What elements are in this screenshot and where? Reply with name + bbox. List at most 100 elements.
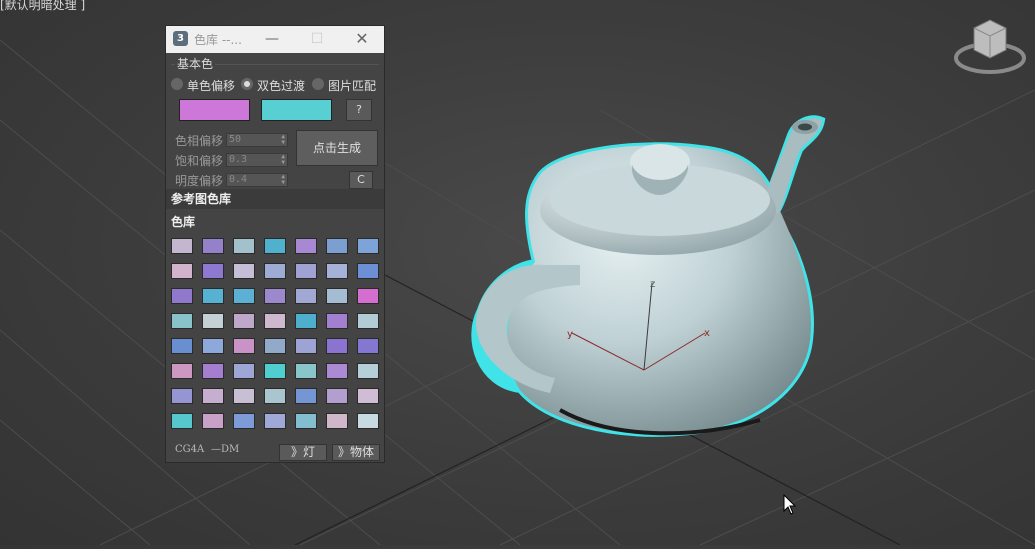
panel-title: 色库 --... [194, 33, 242, 47]
teapot-object [471, 115, 826, 437]
minimize-button[interactable]: — [259, 28, 285, 50]
color-swatch[interactable] [171, 263, 193, 279]
color-swatch[interactable] [264, 238, 286, 254]
color-swatch[interactable] [357, 238, 379, 254]
color-swatch[interactable] [233, 338, 255, 354]
color-swatch[interactable] [264, 263, 286, 279]
hue-offset-label: 色相偏移 [175, 134, 224, 148]
radio-dot-icon [241, 78, 253, 90]
app-icon: 3 [173, 31, 188, 46]
color-swatch[interactable] [202, 388, 224, 404]
clear-button[interactable]: C [349, 171, 373, 189]
color-swatch[interactable] [357, 263, 379, 279]
color-swatch[interactable] [233, 263, 255, 279]
color-swatch[interactable] [295, 238, 317, 254]
color-swatch[interactable] [326, 388, 348, 404]
color-swatch[interactable] [171, 363, 193, 379]
color-swatch[interactable] [264, 313, 286, 329]
color-swatch[interactable] [171, 288, 193, 304]
color-swatch[interactable] [264, 288, 286, 304]
color-swatch[interactable] [202, 313, 224, 329]
color-swatch[interactable] [233, 313, 255, 329]
color-swatch[interactable] [264, 338, 286, 354]
color-swatch[interactable] [295, 263, 317, 279]
radio-label: 双色过渡 [257, 79, 306, 93]
apply-to-light-button[interactable]: 》灯 [279, 444, 327, 461]
color-swatch[interactable] [326, 363, 348, 379]
brightness-offset-label: 明度偏移 [175, 174, 224, 188]
footer-suffix: —DM [211, 444, 240, 455]
apply-to-object-button[interactable]: 》物体 [332, 444, 380, 461]
color-swatch[interactable] [326, 413, 348, 429]
library-section[interactable]: 色库 [166, 212, 384, 232]
axis-y-label: y [567, 329, 573, 340]
color-swatch[interactable] [357, 413, 379, 429]
color-swatch[interactable] [171, 313, 193, 329]
color-swatch[interactable] [171, 338, 193, 354]
axis-z-label: z [650, 279, 655, 290]
color-swatch[interactable] [233, 413, 255, 429]
brightness-offset-spinner[interactable]: 0.4 ▲ ▼ [226, 173, 288, 187]
color-swatch[interactable] [357, 338, 379, 354]
color-swatch[interactable] [202, 338, 224, 354]
color-swatch[interactable] [202, 263, 224, 279]
color-swatch[interactable] [357, 363, 379, 379]
color-swatch[interactable] [233, 238, 255, 254]
start-color-swatch[interactable] [179, 99, 250, 121]
generate-button[interactable]: 点击生成 [296, 130, 378, 166]
color-swatch[interactable] [295, 413, 317, 429]
color-swatch[interactable] [295, 288, 317, 304]
color-swatch[interactable] [326, 288, 348, 304]
color-swatch[interactable] [171, 388, 193, 404]
color-swatch[interactable] [171, 413, 193, 429]
spinner-arrows-icon[interactable]: ▲ ▼ [281, 154, 285, 166]
footer-brand: CG4A [175, 444, 205, 455]
color-swatch[interactable] [326, 263, 348, 279]
view-cube-icon[interactable] [952, 14, 1028, 78]
end-color-swatch[interactable] [261, 99, 332, 121]
color-swatch[interactable] [171, 238, 193, 254]
reference-palette-section[interactable]: 参考图色库 [166, 189, 384, 209]
basic-color-group-label: 基本色 [175, 55, 216, 72]
hue-offset-spinner[interactable]: 50 ▲ ▼ [226, 133, 288, 147]
panel-titlebar[interactable]: 3 色库 --... — ☐ ✕ [166, 26, 384, 53]
color-swatch[interactable] [233, 363, 255, 379]
mouse-cursor-icon [783, 493, 797, 516]
color-swatch[interactable] [202, 238, 224, 254]
saturation-offset-value: 0.3 [229, 154, 248, 165]
color-swatch[interactable] [357, 388, 379, 404]
spinner-arrows-icon[interactable]: ▲ ▼ [281, 174, 285, 186]
color-swatch[interactable] [202, 363, 224, 379]
color-swatch[interactable] [326, 238, 348, 254]
color-swatch[interactable] [295, 388, 317, 404]
color-swatch[interactable] [357, 288, 379, 304]
brightness-offset-value: 0.4 [229, 174, 248, 185]
radio-label: 单色偏移 [187, 79, 236, 93]
color-swatch[interactable] [326, 313, 348, 329]
viewport-shading-label[interactable]: [默认明暗处理 ] [0, 0, 85, 13]
axis-x-label: x [704, 328, 710, 339]
color-swatch[interactable] [295, 313, 317, 329]
spinner-arrows-icon[interactable]: ▲ ▼ [281, 134, 285, 146]
radio-label: 图片匹配 [328, 79, 377, 93]
color-swatch[interactable] [295, 363, 317, 379]
viewport-perspective[interactable]: z y x [默认明暗处理 ] [0, 0, 1035, 546]
help-button[interactable]: ? [346, 99, 372, 121]
color-library-panel: 3 色库 --... — ☐ ✕ 基本色 单色偏移 双色过渡 图片匹配 ? 色相… [165, 25, 385, 463]
maximize-button[interactable]: ☐ [304, 28, 330, 50]
color-swatch[interactable] [233, 288, 255, 304]
color-swatch[interactable] [202, 413, 224, 429]
viewport-scene: z y x [0, 39, 1035, 546]
color-swatch[interactable] [357, 313, 379, 329]
color-swatch[interactable] [264, 363, 286, 379]
radio-dot-icon [312, 78, 324, 90]
saturation-offset-spinner[interactable]: 0.3 ▲ ▼ [226, 153, 288, 167]
color-swatch[interactable] [264, 413, 286, 429]
color-swatch[interactable] [233, 388, 255, 404]
radio-dot-icon [171, 78, 183, 90]
color-swatch[interactable] [264, 388, 286, 404]
color-swatch[interactable] [326, 338, 348, 354]
color-swatch[interactable] [202, 288, 224, 304]
color-swatch[interactable] [295, 338, 317, 354]
close-button[interactable]: ✕ [349, 28, 375, 50]
